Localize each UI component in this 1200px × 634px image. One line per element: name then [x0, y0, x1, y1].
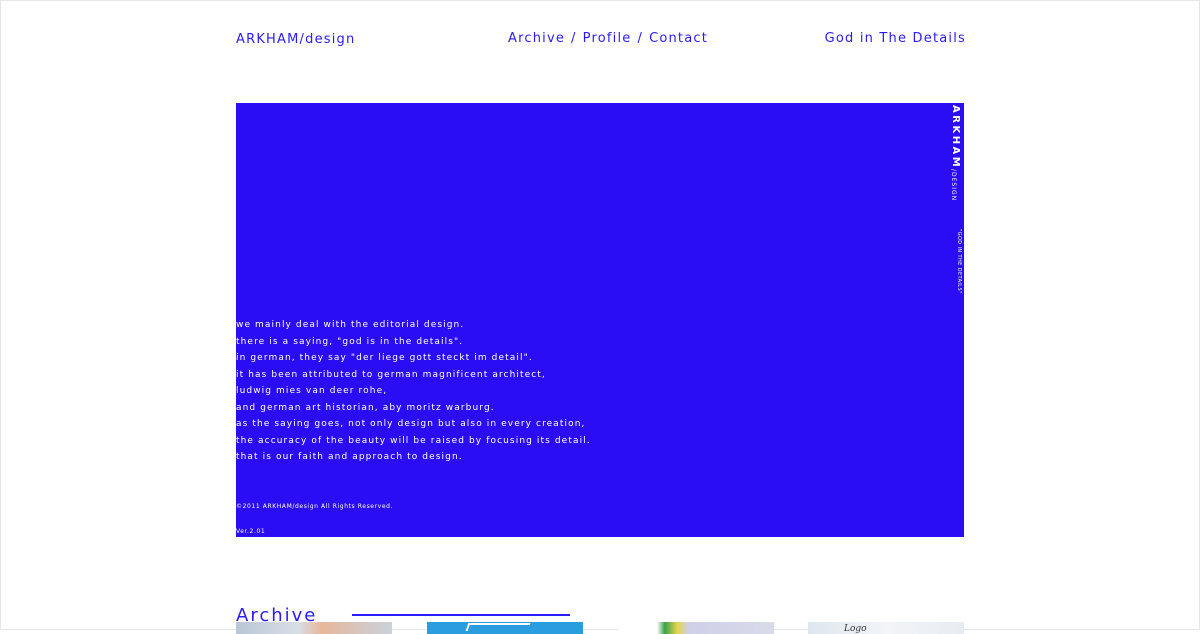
vertical-tagline: "GOD IN THE DETAILS"	[956, 229, 962, 294]
hero-line: and german art historian, aby moritz war…	[236, 402, 495, 413]
hero-line: the accuracy of the beauty will be raise…	[236, 435, 591, 446]
archive-divider	[352, 614, 570, 616]
main-nav: Archive / Profile / Contact	[508, 31, 708, 46]
thumbnail-script-text: Logo	[844, 624, 867, 634]
hero-line: ludwig mies van deer rohe,	[236, 386, 388, 396]
nav-contact-link[interactable]: Contact	[649, 31, 708, 46]
nav-separator: /	[637, 31, 644, 46]
site-header: ARKHAM/design Archive / Profile / Contac…	[236, 30, 966, 50]
hero-line: there is a saying, "god is in the detail…	[236, 336, 464, 347]
version-label: Ver.2.01	[236, 528, 266, 535]
vertical-brand-name: ARKHAM	[950, 105, 961, 170]
copyright-notice: ©2011 ARKHAM/design All Rights Reserved.	[236, 503, 394, 510]
archive-thumbnail[interactable]: Logo	[808, 622, 964, 634]
nav-archive-link[interactable]: Archive	[508, 31, 565, 46]
nav-profile-link[interactable]: Profile	[583, 31, 632, 46]
archive-thumbnail[interactable]	[618, 622, 774, 634]
hero-line: it has been attributed to german magnifi…	[236, 369, 546, 380]
site-tagline: God in The Details	[824, 31, 966, 46]
brand-logo-link[interactable]: ARKHAM/design	[236, 32, 355, 47]
hero-line: in german, they say "der liege gott stec…	[236, 353, 533, 363]
hero-line: that is our faith and approach to design…	[236, 452, 463, 462]
hero-line: as the saying goes, not only design but …	[236, 419, 586, 429]
hero-line: we mainly deal with the editorial design…	[236, 320, 465, 330]
archive-thumbnail[interactable]	[236, 622, 392, 634]
vertical-brand-sub: /DESIGN	[950, 169, 957, 202]
hero-panel: we mainly deal with the editorial design…	[236, 103, 964, 537]
nav-separator: /	[571, 31, 577, 46]
archive-thumbnail[interactable]	[427, 622, 583, 634]
hero-statement: we mainly deal with the editorial design…	[236, 317, 591, 466]
